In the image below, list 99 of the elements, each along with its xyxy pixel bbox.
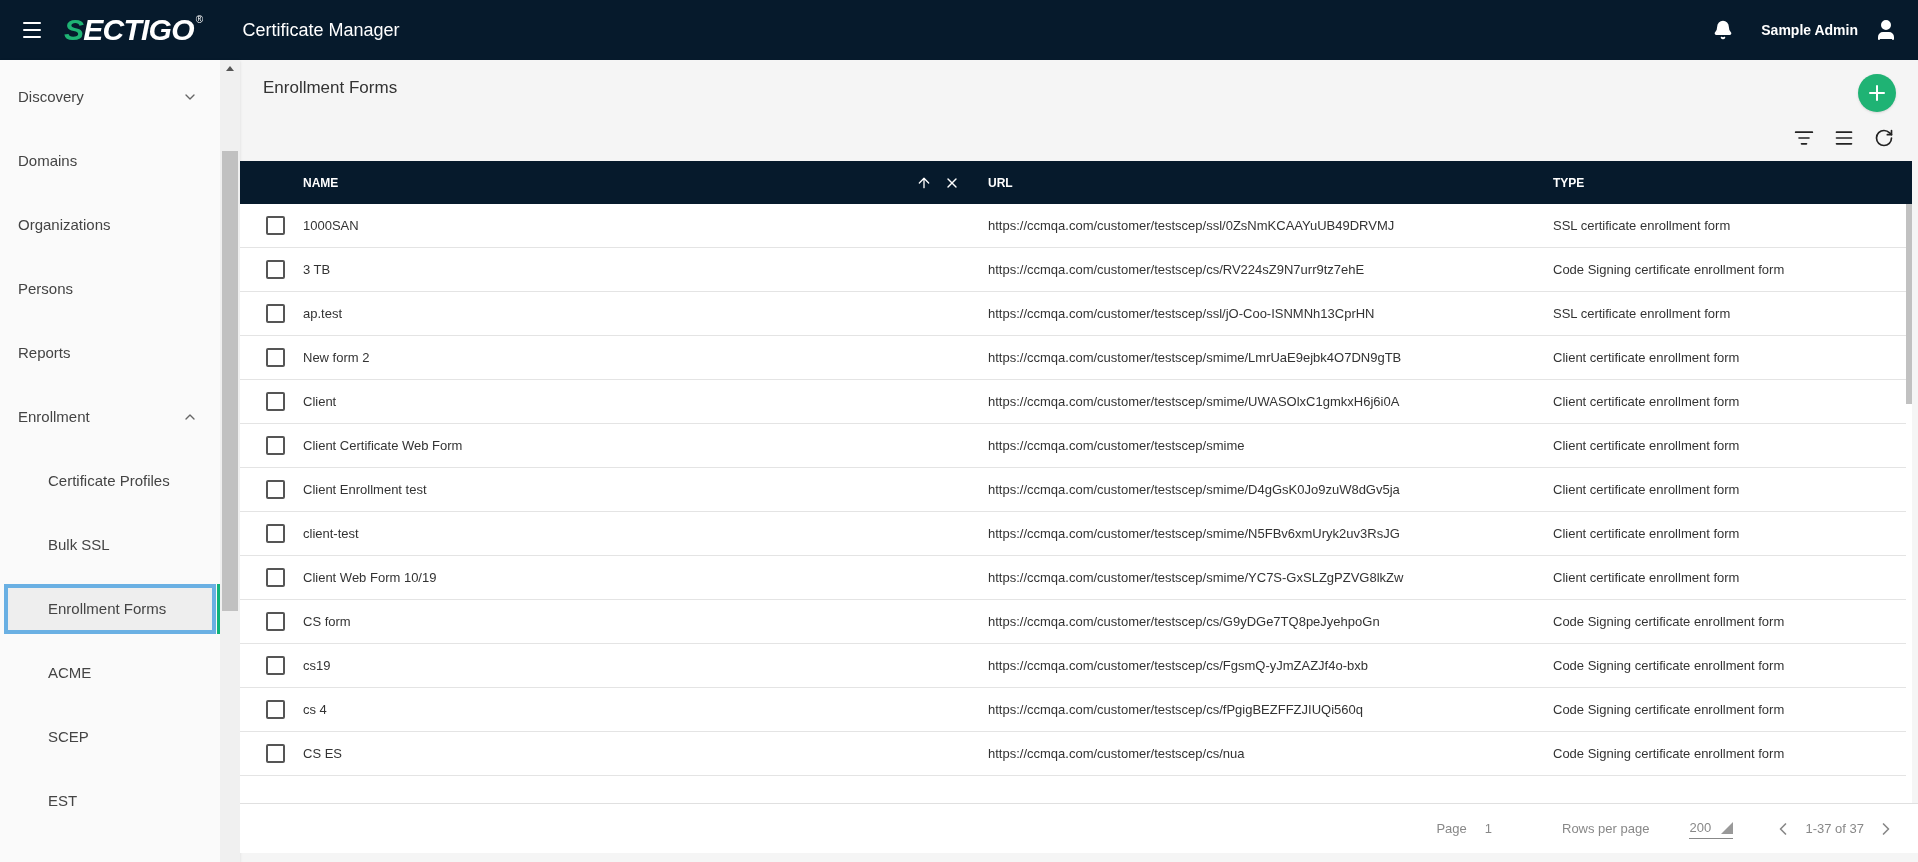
nav-item[interactable]: Bulk SSL [0,520,220,570]
page-range: 1-37 of 37 [1805,819,1864,838]
table-cell-text: https://ccmqa.com/customer/testscep/cs/G9yDGe7TQ8peJyehpoGn [988,612,1381,631]
row-checkbox[interactable] [265,392,285,411]
table-cell-text: https://ccmqa.com/customer/testscep/smime/D4gGsK0Jo9zuW8dGv5ja [988,480,1401,499]
row-checkbox[interactable] [265,612,285,631]
row-checkbox[interactable] [265,304,285,323]
logo: SECTIGO® [64,15,203,45]
column-header[interactable]: URL [988,161,1553,204]
table-cell-text: https://ccmqa.com/customer/testscep/cs/FgsmQ-yJmZAZJf4o-bxb [988,656,1369,675]
notification-bell-icon[interactable] [1713,20,1734,40]
table-cell-text: SSL certificate enrollment form [1553,216,1732,235]
table-cell-text: CS ES [303,744,343,763]
row-checkbox[interactable] [265,568,285,587]
table-row[interactable]: New form 2 https://ccmqa.com/customer/testscep/smime/LmrUaE9ejbk4O7DN9gTB Client certificate enrollment form [240,336,1906,380]
columns-icon[interactable] [1834,128,1854,148]
nav-item[interactable]: Reports [0,328,220,378]
table-cell-text: Client certificate enrollment form [1553,392,1741,411]
rows-per-page-select[interactable]: 200 [1689,817,1734,840]
table-cell-text: Client [303,392,338,411]
page-title: Enrollment Forms [263,76,398,99]
row-checkbox[interactable] [265,480,285,499]
page-label: Page [1436,819,1467,838]
row-checkbox[interactable] [265,436,285,455]
table-cell-text: client-test [303,524,360,543]
table-cell-text: 1000SAN [303,216,360,235]
nav-item[interactable]: Enrollment [0,392,220,442]
table-cell-text: Client certificate enrollment form [1553,348,1741,367]
filter-icon[interactable] [1794,128,1814,148]
table-cell-text: Code Signing certificate enrollment form [1553,260,1786,279]
page-number: 1 [1484,819,1492,838]
nav-item[interactable]: Discovery [0,72,220,122]
scroll-up-arrow-icon[interactable] [226,66,234,71]
table-cell-text: Client certificate enrollment form [1553,524,1741,543]
table-cell-text: https://ccmqa.com/customer/testscep/cs/nua [988,744,1246,763]
row-checkbox[interactable] [265,524,285,543]
table-cell-text: Client Enrollment test [303,480,428,499]
refresh-icon[interactable] [1874,128,1894,148]
table-cell-text: CS form [303,612,352,631]
table-cell-text: Code Signing certificate enrollment form [1553,656,1786,675]
table-cell-text: https://ccmqa.com/customer/testscep/smime [988,436,1246,455]
nav-item[interactable]: EST [0,776,220,826]
table-cell-text: Code Signing certificate enrollment form [1553,612,1786,631]
nav-item[interactable]: Enrollment Forms [4,584,216,634]
table-row[interactable]: Client Certificate Web Form https://ccmqa.com/customer/testscep/smime Client certificate enrollment form [240,424,1906,468]
table-row[interactable]: ap.test https://ccmqa.com/customer/testscep/ssl/jO-Coo-ISNMNh13CprHN SSL certificate enrollment form [240,292,1906,336]
table-cell-text: Client certificate enrollment form [1553,436,1741,455]
table-cell-text: cs 4 [303,700,328,719]
nav-item[interactable]: Organizations [0,200,220,250]
table-cell-text: Client certificate enrollment form [1553,568,1741,587]
add-button[interactable] [1858,73,1896,112]
nav-item[interactable]: Certificate Profiles [0,456,220,506]
table-row[interactable]: cs19 https://ccmqa.com/customer/testscep/cs/FgsmQ-yJmZAZJf4o-bxb Code Signing certificate enrollment form [240,644,1906,688]
table-cell-text: https://ccmqa.com/customer/testscep/smime/N5FBv6xmUryk2uv3RsJG [988,524,1401,543]
scrollbar[interactable] [220,60,240,862]
table-cell-text: Code Signing certificate enrollment form [1553,744,1786,763]
column-header[interactable]: NAME [303,161,988,204]
table-row[interactable]: cs 4 https://ccmqa.com/customer/testscep/cs/fPgigBEZFFZJIUQi560q Code Signing certificate enrollment form [240,688,1906,732]
active-indicator [217,584,220,634]
table-row[interactable]: 1000SAN https://ccmqa.com/customer/testscep/ssl/0ZsNmKCAAYuUB49DRVMJ SSL certificate enrollment form [240,204,1906,248]
row-checkbox[interactable] [265,700,285,719]
row-checkbox[interactable] [265,348,285,367]
table-cell-text: https://ccmqa.com/customer/testscep/smime/LmrUaE9ejbk4O7DN9gTB [988,348,1403,367]
table-cell-text: Code Signing certificate enrollment form [1553,700,1786,719]
dropdown-triangle-icon [1721,821,1734,834]
table-row[interactable]: Client Enrollment test https://ccmqa.com/customer/testscep/smime/D4gGsK0Jo9zuW8dGv5ja Client certificate enrollment form [240,468,1906,512]
table-cell-text: https://ccmqa.com/customer/testscep/smime/UWASOlxC1gmkxH6j6i0A [988,392,1401,411]
row-checkbox[interactable] [265,744,285,763]
table-cell-text: https://ccmqa.com/customer/testscep/ssl/jO-Coo-ISNMNh13CprHN [988,304,1376,323]
row-checkbox[interactable] [265,656,285,675]
rows-per-page-label: Rows per page [1562,819,1650,838]
table-cell-text: SSL certificate enrollment form [1553,304,1732,323]
table-cell-text: Client certificate enrollment form [1553,480,1741,499]
table-cell-text: cs19 [303,656,332,675]
nav-item[interactable]: Domains [0,136,220,186]
row-checkbox[interactable] [265,216,285,235]
table-cell-text: https://ccmqa.com/customer/testscep/cs/fPgigBEZFFZJIUQi560q [988,700,1364,719]
table-cell-text: Client Certificate Web Form [303,436,464,455]
scrollbar[interactable] [1906,161,1912,803]
table-cell-text: New form 2 [303,348,371,367]
table-cell-text: Client Web Form 10/19 [303,568,438,587]
table-cell-text: 3 TB [303,260,332,279]
nav-item[interactable]: SCEP [0,712,220,762]
table-row[interactable]: Client Web Form 10/19 https://ccmqa.com/customer/testscep/smime/YC7S-GxSLZgPZVG8lkZw Client certificate enrollment form [240,556,1906,600]
row-checkbox[interactable] [265,260,285,279]
nav-item[interactable]: Persons [0,264,220,314]
app-title: Certificate Manager [242,18,400,42]
table-row[interactable]: CS form https://ccmqa.com/customer/testscep/cs/G9yDGe7TQ8peJyehpoGn Code Signing certificate enrollment form [240,600,1906,644]
table-cell-text: ap.test [303,304,344,323]
table-cell-text: https://ccmqa.com/customer/testscep/smime/YC7S-GxSLZgPZVG8lkZw [988,568,1405,587]
table-row[interactable]: CS ES https://ccmqa.com/customer/testscep/cs/nua Code Signing certificate enrollment form [240,732,1906,776]
table-cell-text: https://ccmqa.com/customer/testscep/ssl/0ZsNmKCAAYuUB49DRVMJ [988,216,1396,235]
table-row[interactable]: Client https://ccmqa.com/customer/testscep/smime/UWASOlxC1gmkxH6j6i0A Client certificate enrollment form [240,380,1906,424]
nav-item[interactable]: ACME [0,648,220,698]
column-header[interactable]: TYPE [1553,161,1906,204]
table-row[interactable]: 3 TB https://ccmqa.com/customer/testscep/cs/RV224sZ9N7urr9tz7ehE Code Signing certificate enrollment form [240,248,1906,292]
table-cell-text: https://ccmqa.com/customer/testscep/cs/RV224sZ9N7urr9tz7ehE [988,260,1366,279]
table-row[interactable]: client-test https://ccmqa.com/customer/testscep/smime/N5FBv6xmUryk2uv3RsJG Client certificate enrollment form [240,512,1906,556]
user-name[interactable]: Sample Admin [1761,19,1858,41]
